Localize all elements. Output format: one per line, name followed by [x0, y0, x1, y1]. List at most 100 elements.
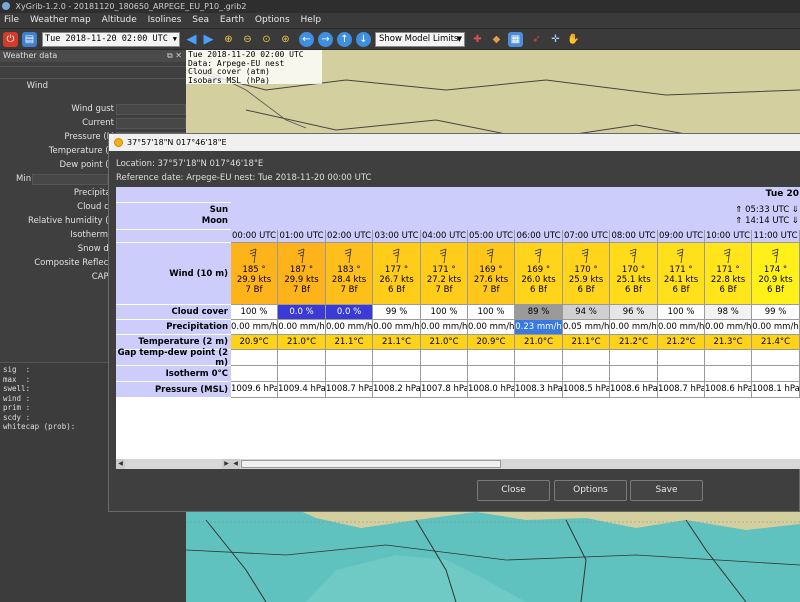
precip-cell: 0.00 mm/h — [705, 320, 752, 335]
wind-cell: 185 ° 29.9 kts 7 Bf — [231, 243, 278, 305]
temp-cell: 21.0°C — [278, 335, 326, 350]
temp-cell: 21.0°C — [421, 335, 468, 350]
row-labels-scrollbar[interactable]: ◀ ▶ — [116, 459, 231, 469]
scrollbar-thumb[interactable] — [241, 460, 501, 468]
temp-cell: 20.9°C — [468, 335, 515, 350]
corner-cell — [116, 187, 231, 203]
time-label-blank — [116, 230, 231, 243]
panel-title: Weather data ⧉ ✕ — [0, 50, 186, 62]
dock-row-wind-gust: Wind gust — [0, 103, 186, 116]
wind-kts-value: 27.2 kts — [426, 275, 462, 285]
gap-cell — [515, 350, 563, 366]
menu-sea[interactable]: Sea — [188, 13, 213, 28]
isotherm-cell — [610, 366, 658, 382]
quit-icon[interactable]: ⏻ — [3, 32, 18, 47]
day-header: Tue 20 — [231, 187, 800, 203]
pressure-cell: 1008.7 hPa — [658, 382, 705, 398]
dialog-titlebar[interactable]: 37°57'18"N 017°46'18"E — [109, 134, 800, 151]
map-pin-icon[interactable]: ✚ — [470, 32, 485, 47]
pressure-cell: 1008.1 hPa — [752, 382, 800, 398]
close-button[interactable]: Close — [477, 480, 550, 501]
menu-bar: File Weather map Altitude Isolines Sea E… — [0, 13, 800, 28]
zoom-out-icon[interactable]: ⊖ — [240, 32, 255, 47]
gap-cell — [705, 350, 752, 366]
model-limits-select[interactable]: Show Model Limits ▼ — [375, 32, 465, 47]
menu-weather-map[interactable]: Weather map — [26, 13, 95, 28]
wind-dir-value: 171 ° — [669, 265, 693, 275]
pan-right-icon[interactable]: → — [318, 32, 333, 47]
isotherm-cell — [231, 366, 278, 382]
time-header-cell: 11:00 UTC — [752, 230, 800, 243]
cloud-cell: 0.0 % — [278, 305, 326, 320]
scroll-left-icon: ◀ — [116, 459, 125, 469]
wind-dir-value: 169 ° — [479, 265, 503, 275]
menu-altitude[interactable]: Altitude — [98, 13, 141, 28]
hand-tool-icon[interactable]: ✋ — [566, 32, 581, 47]
meteotable-icon[interactable]: ▦ — [508, 32, 523, 47]
precip-cell: 0.00 mm/h — [752, 320, 800, 335]
window-title: XyGrib-1.2.0 - 20181120_180650_ARPEGE_EU… — [15, 2, 247, 11]
isotherm-cell — [752, 366, 800, 382]
time-header-cell: 03:00 UTC — [373, 230, 421, 243]
wind-dir-value: 169 ° — [526, 265, 551, 275]
save-button[interactable]: Save — [630, 480, 703, 501]
data-columns: Tue 20 ⇑ 05:33 UTC ⇓ ⇑ 14:14 UTC ⇓ 00:00… — [231, 187, 800, 459]
cloud-cell: 94 % — [563, 305, 610, 320]
pan-down-icon[interactable]: ↓ — [356, 32, 371, 47]
wind-barb-icon — [439, 248, 447, 264]
temp-cell: 21.2°C — [610, 335, 658, 350]
pressure-cell: 1008.2 hPa — [373, 382, 421, 398]
precip-cell: 0.00 mm/h — [278, 320, 326, 335]
wind-dir-value: 171 ° — [432, 265, 456, 275]
gap-cell — [563, 350, 610, 366]
menu-help[interactable]: Help — [297, 13, 326, 28]
wind-cell: 174 ° 20.9 kts 6 Bf — [752, 243, 800, 305]
wind-kts-value: 25.1 kts — [616, 275, 651, 285]
gap-cell — [658, 350, 705, 366]
cloud-cell: 100 % — [658, 305, 705, 320]
zoom-area-icon[interactable]: ⊙ — [259, 32, 274, 47]
zoom-all-icon[interactable]: ⊛ — [278, 32, 293, 47]
wind-dir-value: 170 ° — [574, 265, 598, 275]
wind-cell: 171 ° 24.1 kts 6 Bf — [658, 243, 705, 305]
wind-bf-value: 7 Bf — [340, 285, 358, 295]
menu-earth[interactable]: Earth — [216, 13, 248, 28]
time-header-cell: 07:00 UTC — [563, 230, 610, 243]
open-file-icon[interactable]: ▤ — [22, 32, 37, 47]
location-label: Location: 37°57'18"N 017°46'18"E — [116, 159, 264, 169]
pan-up-icon[interactable]: ↑ — [337, 32, 352, 47]
time-header-cell: 04:00 UTC — [421, 230, 468, 243]
row-labels: Sun Moon Wind (10 m) Cloud cover Precipi… — [116, 187, 231, 459]
zoom-in-icon[interactable]: ⊕ — [221, 32, 236, 47]
isotherm-cell — [278, 366, 326, 382]
panel-float-close-icons[interactable]: ⧉ ✕ — [167, 50, 182, 62]
wind-kts-value: 28.4 kts — [331, 275, 367, 285]
poi-icon[interactable]: ◆ — [489, 32, 504, 47]
wind-bf-value: 7 Bf — [293, 285, 310, 295]
menu-file[interactable]: File — [0, 13, 23, 28]
pressure-cell: 1008.3 hPa — [515, 382, 563, 398]
gap-cell — [610, 350, 658, 366]
temp-cell: 21.3°C — [705, 335, 752, 350]
menu-isolines[interactable]: Isolines — [144, 13, 186, 28]
crosshair-icon[interactable]: ✛ — [548, 32, 563, 47]
wind-kts-value: 20.9 kts — [758, 275, 793, 285]
wind-kts-value: 22.8 kts — [710, 275, 746, 285]
wind-barb-icon — [486, 248, 494, 264]
boat-icon[interactable]: ➶ — [529, 32, 544, 47]
options-button[interactable]: Options — [554, 480, 627, 501]
pan-left-icon[interactable]: ← — [299, 32, 314, 47]
precip-cell: 0.00 mm/h — [468, 320, 515, 335]
previous-date-icon[interactable]: ◀ — [184, 32, 199, 47]
meteotable[interactable]: Sun Moon Wind (10 m) Cloud cover Precipi… — [116, 187, 800, 469]
horizontal-scrollbar[interactable]: ◀ — [231, 459, 800, 469]
date-select[interactable]: Tue 2018-11-20 02:00 UTC ▼ — [42, 32, 180, 47]
isotherm-cell — [705, 366, 752, 382]
menu-options[interactable]: Options — [251, 13, 294, 28]
wind-bf-value: 7 Bf — [435, 285, 453, 295]
precip-row-label: Precipitation — [116, 320, 231, 335]
isotherm-cell — [326, 366, 373, 382]
wind-dir-value: 174 ° — [763, 265, 788, 275]
precip-cell: 0.00 mm/h — [658, 320, 705, 335]
next-date-icon[interactable]: ▶ — [201, 32, 216, 47]
